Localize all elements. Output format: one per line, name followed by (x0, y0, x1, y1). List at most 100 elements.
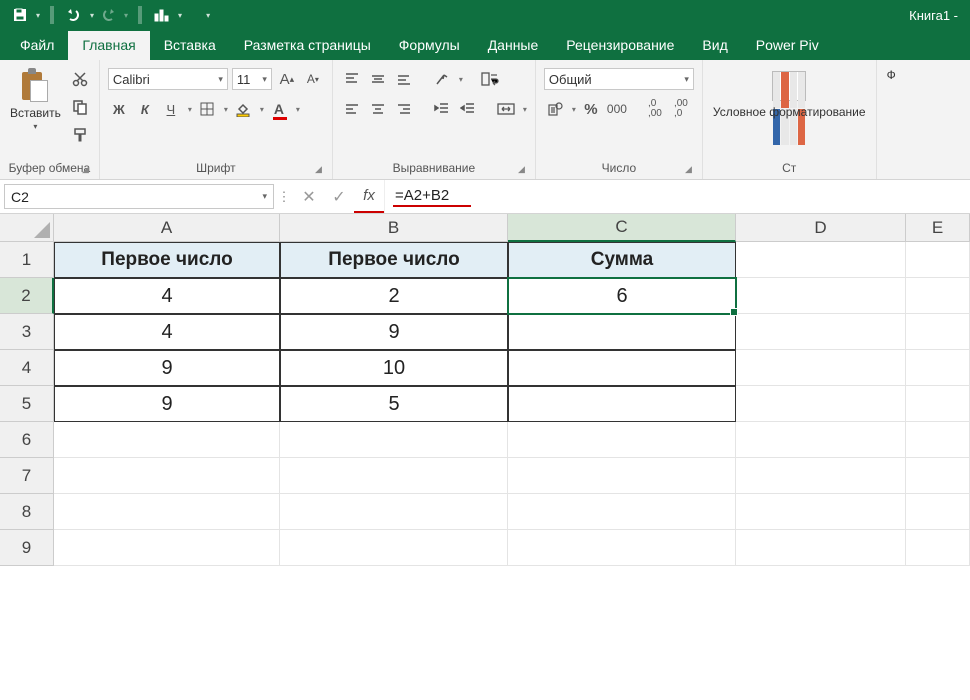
launcher-icon[interactable]: ◢ (315, 164, 322, 175)
comma-icon[interactable]: 000 (606, 98, 628, 120)
cell[interactable] (736, 242, 906, 278)
font-size-combo[interactable]: 11▾ (232, 68, 272, 90)
number-format-combo[interactable]: Общий▾ (544, 68, 694, 90)
cell[interactable] (906, 314, 970, 350)
cell-selected[interactable]: 6 (508, 278, 736, 314)
cancel-formula-icon[interactable]: ✕ (294, 180, 324, 213)
cell[interactable]: 2 (280, 278, 508, 314)
tab-powerpivot[interactable]: Power Piv (742, 31, 833, 60)
cell[interactable] (736, 350, 906, 386)
cell[interactable] (906, 458, 970, 494)
increase-indent-icon[interactable] (457, 98, 479, 120)
cell[interactable] (736, 422, 906, 458)
cell[interactable]: Первое число (280, 242, 508, 278)
col-header-a[interactable]: A (54, 214, 280, 242)
cell[interactable] (280, 458, 508, 494)
row-header-4[interactable]: 4 (0, 350, 54, 386)
align-middle-icon[interactable] (367, 68, 389, 90)
chart-icon[interactable] (152, 5, 172, 25)
conditional-formatting-button[interactable]: Условное форматирование (711, 64, 868, 119)
tab-pagelayout[interactable]: Разметка страницы (230, 31, 385, 60)
align-top-icon[interactable] (341, 68, 363, 90)
formula-input[interactable]: =A2+B2 (384, 180, 970, 213)
cell[interactable] (508, 422, 736, 458)
cell[interactable] (54, 458, 280, 494)
row-header-8[interactable]: 8 (0, 494, 54, 530)
cell[interactable] (906, 278, 970, 314)
cell[interactable] (736, 278, 906, 314)
bold-button[interactable]: Ж (108, 98, 130, 120)
align-center-icon[interactable] (367, 98, 389, 120)
tab-insert[interactable]: Вставка (150, 31, 230, 60)
cell[interactable] (508, 350, 736, 386)
accounting-icon[interactable] (544, 98, 566, 120)
row-header-6[interactable]: 6 (0, 422, 54, 458)
align-bottom-icon[interactable] (393, 68, 415, 90)
cell[interactable]: 9 (280, 314, 508, 350)
cell[interactable] (736, 386, 906, 422)
percent-icon[interactable]: % (580, 98, 602, 120)
copy-icon[interactable] (69, 96, 91, 118)
cell[interactable]: 10 (280, 350, 508, 386)
chart-dropdown-icon[interactable]: ▾ (178, 11, 182, 20)
cell[interactable] (906, 422, 970, 458)
undo-dropdown-icon[interactable]: ▾ (90, 11, 94, 20)
italic-button[interactable]: К (134, 98, 156, 120)
cell[interactable] (508, 386, 736, 422)
format-button[interactable]: Ф (885, 64, 898, 82)
cell[interactable] (508, 530, 736, 566)
tab-home[interactable]: Главная (68, 31, 149, 60)
tab-review[interactable]: Рецензирование (552, 31, 688, 60)
cell[interactable] (54, 530, 280, 566)
save-icon[interactable] (10, 5, 30, 25)
increase-decimal-icon[interactable]: ,0,00 (644, 98, 666, 120)
spreadsheet-grid[interactable]: A B C D E 1 Первое число Первое число Су… (0, 214, 970, 566)
col-header-c[interactable]: C (508, 214, 736, 242)
col-header-d[interactable]: D (736, 214, 906, 242)
cell[interactable] (736, 494, 906, 530)
row-header-5[interactable]: 5 (0, 386, 54, 422)
borders-icon[interactable] (196, 98, 218, 120)
enter-formula-icon[interactable]: ✓ (324, 180, 354, 213)
grow-font-icon[interactable]: A▴ (276, 68, 298, 90)
cell[interactable] (280, 530, 508, 566)
cell[interactable]: 9 (54, 350, 280, 386)
col-header-b[interactable]: B (280, 214, 508, 242)
cell[interactable] (736, 458, 906, 494)
paste-button[interactable]: Вставить ▾ (8, 64, 63, 131)
cell[interactable] (280, 422, 508, 458)
format-painter-icon[interactable] (69, 124, 91, 146)
tab-data[interactable]: Данные (474, 31, 553, 60)
launcher-icon[interactable]: ◢ (82, 164, 89, 175)
cell[interactable] (736, 314, 906, 350)
cell[interactable] (280, 494, 508, 530)
cell[interactable] (508, 314, 736, 350)
row-header-3[interactable]: 3 (0, 314, 54, 350)
cell[interactable]: Сумма (508, 242, 736, 278)
undo-icon[interactable] (64, 5, 84, 25)
font-color-icon[interactable]: A (268, 98, 290, 120)
cell[interactable] (906, 350, 970, 386)
row-header-1[interactable]: 1 (0, 242, 54, 278)
row-header-9[interactable]: 9 (0, 530, 54, 566)
launcher-icon[interactable]: ◢ (518, 164, 525, 175)
decrease-indent-icon[interactable] (431, 98, 453, 120)
cell[interactable]: 9 (54, 386, 280, 422)
cell[interactable] (54, 422, 280, 458)
cell[interactable] (508, 458, 736, 494)
cell[interactable]: 4 (54, 278, 280, 314)
formula-bar-handle-icon[interactable]: ⋮ (274, 180, 294, 213)
align-right-icon[interactable] (393, 98, 415, 120)
cell[interactable]: Первое число (54, 242, 280, 278)
wrap-text-icon[interactable] (479, 68, 501, 90)
cell[interactable] (906, 242, 970, 278)
fill-color-icon[interactable] (232, 98, 254, 120)
launcher-icon[interactable]: ◢ (685, 164, 692, 175)
cut-icon[interactable] (69, 68, 91, 90)
col-header-e[interactable]: E (906, 214, 970, 242)
tab-file[interactable]: Файл (6, 31, 68, 60)
cell[interactable] (906, 530, 970, 566)
name-box[interactable]: C2▾ (4, 184, 274, 209)
row-header-7[interactable]: 7 (0, 458, 54, 494)
row-header-2[interactable]: 2 (0, 278, 54, 314)
